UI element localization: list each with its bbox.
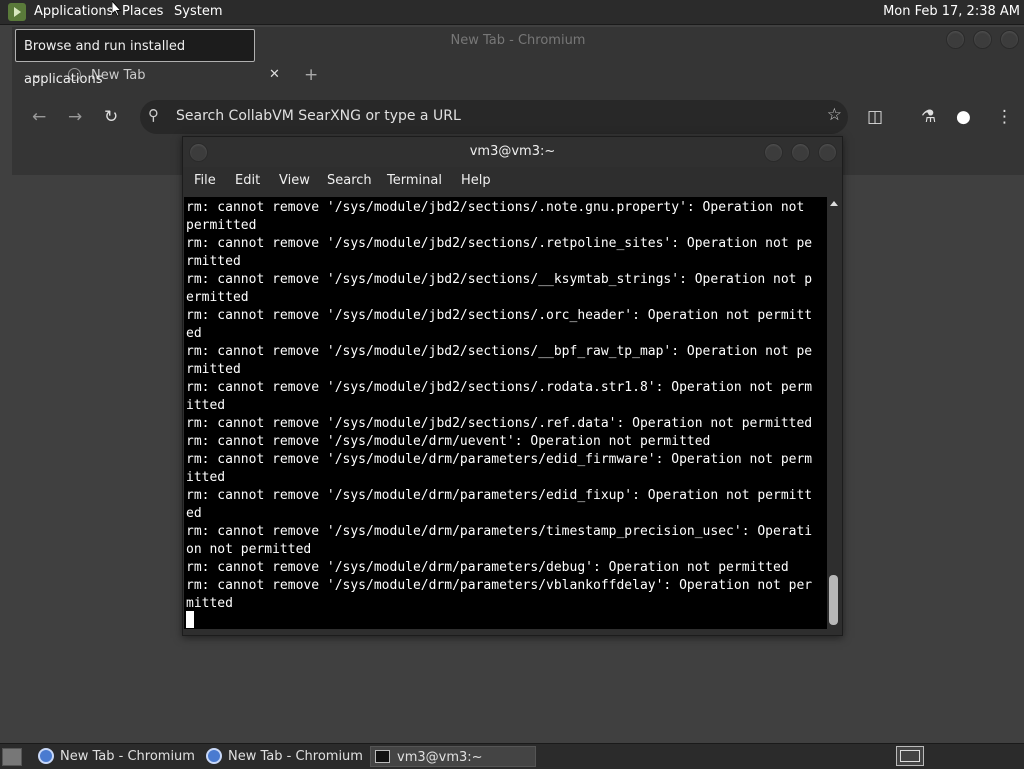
minimize-button[interactable] bbox=[946, 30, 965, 49]
top-panel: Applications Places System Mon Feb 17, 2… bbox=[0, 0, 1024, 25]
terminal-maximize-button[interactable] bbox=[791, 143, 810, 162]
terminal-menubar: File Edit View Search Terminal Help bbox=[183, 169, 842, 195]
browser-toolbar: ← → ↻ ⚲ Search CollabVM SearXNG or type … bbox=[12, 99, 1024, 137]
show-desktop-button[interactable] bbox=[2, 748, 22, 766]
terminal-menu-file[interactable]: File bbox=[194, 173, 216, 188]
terminal-window-menu-button[interactable] bbox=[189, 143, 208, 162]
close-button[interactable] bbox=[1000, 30, 1019, 49]
workspace-switcher[interactable] bbox=[896, 746, 924, 766]
terminal-minimize-button[interactable] bbox=[764, 143, 783, 162]
chromium-icon bbox=[206, 748, 222, 764]
places-menu[interactable]: Places bbox=[122, 4, 163, 19]
taskbar-item-label: vm3@vm3:~ bbox=[397, 750, 483, 765]
labs-flask-icon[interactable]: ⚗ bbox=[921, 107, 936, 127]
new-tab-plus-icon[interactable]: + bbox=[304, 65, 318, 85]
terminal-window: vm3@vm3:~ File Edit View Search Terminal… bbox=[182, 136, 843, 636]
bottom-panel: New Tab - Chromium New Tab - Chromium vm… bbox=[0, 743, 1024, 769]
terminal-icon bbox=[375, 750, 390, 763]
terminal-menu-terminal[interactable]: Terminal bbox=[387, 173, 442, 188]
omnibox[interactable]: ⚲ Search CollabVM SearXNG or type a URL … bbox=[140, 100, 848, 134]
applications-menu[interactable]: Applications bbox=[34, 4, 113, 19]
terminal-text: rm: cannot remove '/sys/module/jbd2/sect… bbox=[186, 200, 813, 611]
taskbar-item-label: New Tab - Chromium bbox=[228, 749, 363, 764]
reload-icon[interactable]: ↻ bbox=[104, 107, 118, 127]
terminal-menu-edit[interactable]: Edit bbox=[235, 173, 260, 188]
extensions-icon[interactable]: ◫ bbox=[867, 107, 883, 127]
search-icon: ⚲ bbox=[148, 106, 159, 124]
back-arrow-icon[interactable]: ← bbox=[32, 107, 46, 127]
terminal-scrollbar[interactable] bbox=[827, 197, 840, 629]
maximize-button[interactable] bbox=[973, 30, 992, 49]
terminal-title: vm3@vm3:~ bbox=[469, 144, 556, 159]
chromium-icon bbox=[38, 748, 54, 764]
taskbar-item-terminal[interactable]: vm3@vm3:~ bbox=[370, 746, 536, 767]
forward-arrow-icon[interactable]: → bbox=[68, 107, 82, 127]
taskbar-item-chromium-2[interactable]: New Tab - Chromium bbox=[202, 746, 368, 767]
terminal-close-button[interactable] bbox=[818, 143, 837, 162]
bookmark-star-icon[interactable]: ☆ bbox=[827, 105, 842, 125]
scroll-up-arrow-icon[interactable] bbox=[830, 201, 838, 206]
terminal-cursor bbox=[186, 611, 194, 628]
chromium-title: New Tab - Chromium bbox=[450, 33, 586, 48]
taskbar-item-label: New Tab - Chromium bbox=[60, 749, 195, 764]
tab-close-icon[interactable]: ✕ bbox=[269, 67, 280, 82]
terminal-titlebar[interactable]: vm3@vm3:~ bbox=[183, 137, 842, 167]
terminal-menu-search[interactable]: Search bbox=[327, 173, 372, 188]
scrollbar-thumb[interactable] bbox=[829, 575, 838, 625]
terminal-output[interactable]: rm: cannot remove '/sys/module/jbd2/sect… bbox=[184, 197, 827, 629]
tab-strip: ⌄ New Tab ✕ + bbox=[12, 61, 1024, 91]
kebab-menu-icon[interactable]: ⋮ bbox=[996, 107, 1013, 127]
applications-tooltip: Browse and run installed applications bbox=[15, 29, 255, 87]
taskbar-item-chromium-1[interactable]: New Tab - Chromium bbox=[34, 746, 200, 767]
omnibox-placeholder: Search CollabVM SearXNG or type a URL bbox=[176, 108, 461, 124]
system-menu[interactable]: System bbox=[174, 4, 222, 19]
terminal-menu-help[interactable]: Help bbox=[461, 173, 491, 188]
terminal-menu-view[interactable]: View bbox=[279, 173, 310, 188]
profile-avatar-icon[interactable]: ● bbox=[956, 107, 971, 127]
applications-menu-icon[interactable] bbox=[8, 3, 26, 21]
panel-clock[interactable]: Mon Feb 17, 2:38 AM bbox=[883, 4, 1020, 19]
